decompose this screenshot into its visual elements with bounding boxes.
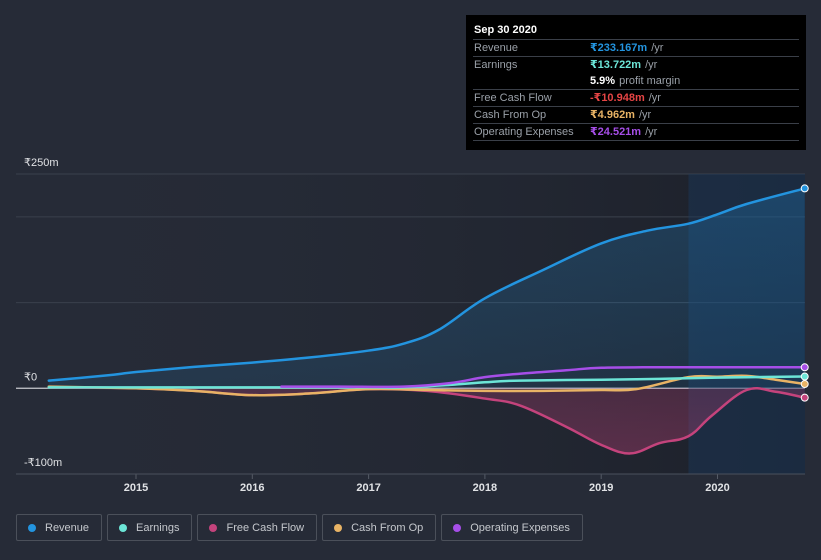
legend-item-free-cash-flow[interactable]: Free Cash Flow <box>197 514 318 541</box>
tooltip: Sep 30 2020 Revenue ₹233.167m/yr Earnings ₹… <box>466 15 806 150</box>
x-tick-label: 2019 <box>589 482 613 494</box>
tooltip-unit: /yr <box>645 126 658 138</box>
legend-label: Revenue <box>45 521 90 534</box>
tooltip-unit: /yr <box>645 59 658 71</box>
legend-label: Cash From Op <box>351 521 424 534</box>
tooltip-label: Revenue <box>474 42 519 54</box>
tooltip-row-revenue: Revenue ₹233.167m/yr <box>473 39 799 56</box>
tooltip-label: Operating Expenses <box>474 126 574 138</box>
cash-from-op-end-marker[interactable] <box>800 380 809 389</box>
legend-item-revenue[interactable]: Revenue <box>16 514 103 541</box>
x-tick-label: 2015 <box>124 482 148 494</box>
legend-dot-icon <box>334 523 343 532</box>
tooltip-row-profit-margin: 5.9% profit margin <box>473 73 799 89</box>
tooltip-row-cash-from-op: Cash From Op ₹4.962m/yr <box>473 106 799 123</box>
x-tick-label: 2016 <box>240 482 264 494</box>
tooltip-value: ₹4.962m <box>590 109 635 121</box>
y-tick-label: -₹100m <box>24 457 62 469</box>
tooltip-label: Earnings <box>474 59 518 71</box>
tooltip-label <box>473 73 590 89</box>
legend-label: Operating Expenses <box>470 521 570 534</box>
tooltip-value: 5.9% <box>590 75 616 87</box>
tooltip-unit: /yr <box>648 92 661 104</box>
legend: Revenue Earnings Free Cash Flow Cash From O… <box>16 514 588 541</box>
legend-item-earnings[interactable]: Earnings <box>107 514 193 541</box>
x-tick-label: 2018 <box>473 482 497 494</box>
tooltip-unit: profit margin <box>619 75 681 87</box>
y-tick-label: ₹0 <box>24 371 37 383</box>
x-tick-label: 2020 <box>705 482 729 494</box>
tooltip-row-earnings: Earnings ₹13.722m/yr <box>473 56 799 73</box>
tooltip-value: ₹13.722m <box>590 59 642 71</box>
tooltip-date: Sep 30 2020 <box>474 24 537 36</box>
tooltip-label: Cash From Op <box>474 109 547 121</box>
x-axis-ticks: 2015 2016 2017 2018 2019 2020 <box>16 473 805 494</box>
legend-label: Free Cash Flow <box>226 521 305 534</box>
legend-item-operating-expenses[interactable]: Operating Expenses <box>441 514 583 541</box>
legend-dot-icon <box>209 523 218 532</box>
tooltip-unit: /yr <box>651 42 664 54</box>
legend-label: Earnings <box>136 521 180 534</box>
y-tick-label: ₹250m <box>24 157 59 169</box>
tooltip-value: -₹10.948m <box>590 92 645 104</box>
x-tick-label: 2017 <box>356 482 380 494</box>
tooltip-value: ₹24.521m <box>590 126 642 138</box>
tooltip-rows: Revenue ₹233.167m/yr Earnings ₹13.722m/yr 5.… <box>473 39 799 141</box>
tooltip-label: Free Cash Flow <box>474 92 552 104</box>
legend-dot-icon <box>119 523 128 532</box>
legend-dot-icon <box>453 523 462 532</box>
tooltip-row-operating-expenses: Operating Expenses ₹24.521m/yr <box>473 123 799 141</box>
tooltip-unit: /yr <box>638 109 652 121</box>
free-cash-flow-end-marker[interactable] <box>800 393 809 402</box>
operating-expenses-end-marker[interactable] <box>800 363 809 372</box>
legend-item-cash-from-op[interactable]: Cash From Op <box>322 514 437 541</box>
revenue-end-marker[interactable] <box>800 184 809 193</box>
earnings-end-marker[interactable] <box>800 372 809 381</box>
tooltip-value: ₹233.167m <box>590 42 648 54</box>
tooltip-row-free-cash-flow: Free Cash Flow -₹10.948m/yr <box>473 89 799 106</box>
legend-dot-icon <box>28 523 36 532</box>
